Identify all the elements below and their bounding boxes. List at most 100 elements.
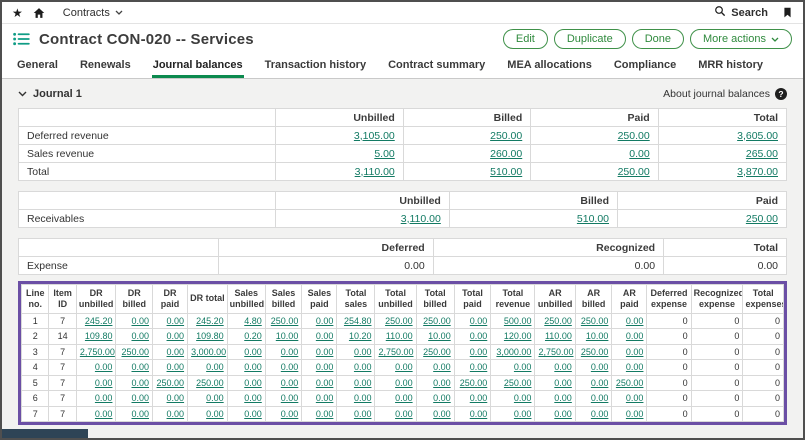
- amount-link[interactable]: 0.00: [514, 409, 532, 419]
- tab-mea-allocations[interactable]: MEA allocations: [506, 55, 593, 78]
- amount-link[interactable]: 120.00: [504, 331, 532, 341]
- amount-link[interactable]: 0.00: [131, 362, 149, 372]
- amount-link[interactable]: 3,000.00: [191, 347, 226, 357]
- amount-link[interactable]: 0.00: [316, 409, 334, 419]
- amount-link[interactable]: 109.80: [85, 331, 113, 341]
- bookmark-icon[interactable]: [782, 6, 793, 19]
- amount-link[interactable]: 3,110.00: [355, 166, 395, 178]
- tab-general[interactable]: General: [16, 55, 59, 78]
- amount-link[interactable]: 245.20: [196, 316, 224, 326]
- amount-link[interactable]: 0.00: [131, 393, 149, 403]
- amount-link[interactable]: 0.00: [470, 362, 488, 372]
- amount-link[interactable]: 0.00: [433, 393, 451, 403]
- amount-link[interactable]: 0.00: [244, 393, 262, 403]
- amount-link[interactable]: 0.00: [470, 347, 488, 357]
- amount-link[interactable]: 0.00: [626, 331, 644, 341]
- amount-link[interactable]: 0.00: [167, 409, 185, 419]
- record-list-icon[interactable]: [13, 32, 30, 46]
- amount-link[interactable]: 0.00: [316, 378, 334, 388]
- amount-link[interactable]: 0.00: [354, 347, 372, 357]
- tab-journal-balances[interactable]: Journal balances: [152, 55, 244, 78]
- amount-link[interactable]: 0.00: [395, 378, 413, 388]
- amount-link[interactable]: 0.00: [167, 316, 185, 326]
- amount-link[interactable]: 0.00: [591, 362, 609, 372]
- amount-link[interactable]: 0.00: [626, 316, 644, 326]
- amount-link[interactable]: 0.00: [167, 393, 185, 403]
- amount-link[interactable]: 0.00: [244, 409, 262, 419]
- amount-link[interactable]: 0.00: [626, 409, 644, 419]
- amount-link[interactable]: 250.00: [544, 316, 572, 326]
- amount-link[interactable]: 0.00: [281, 347, 299, 357]
- amount-link[interactable]: 250.00: [746, 213, 778, 225]
- amount-link[interactable]: 0.00: [316, 316, 334, 326]
- favorite-star-icon[interactable]: ★: [12, 7, 23, 19]
- amount-link[interactable]: 110.00: [545, 331, 572, 341]
- amount-link[interactable]: 0.00: [244, 378, 262, 388]
- amount-link[interactable]: 10.00: [586, 331, 609, 341]
- amount-link[interactable]: 3,605.00: [737, 130, 778, 142]
- amount-link[interactable]: 0.00: [244, 362, 262, 372]
- amount-link[interactable]: 0.00: [167, 331, 185, 341]
- amount-link[interactable]: 0.20: [244, 331, 262, 341]
- amount-link[interactable]: 260.00: [490, 148, 522, 160]
- amount-link[interactable]: 0.00: [206, 393, 224, 403]
- amount-link[interactable]: 250.00: [581, 347, 609, 357]
- amount-link[interactable]: 0.00: [354, 362, 372, 372]
- amount-link[interactable]: 250.00: [121, 347, 149, 357]
- tab-compliance[interactable]: Compliance: [613, 55, 677, 78]
- amount-link[interactable]: 0.00: [514, 362, 532, 372]
- amount-link[interactable]: 10.00: [276, 331, 299, 341]
- amount-link[interactable]: 0.00: [95, 409, 113, 419]
- amount-link[interactable]: 0.00: [395, 362, 413, 372]
- amount-link[interactable]: 0.00: [167, 347, 185, 357]
- amount-link[interactable]: 0.00: [514, 393, 532, 403]
- amount-link[interactable]: 0.00: [281, 393, 299, 403]
- amount-link[interactable]: 0.00: [167, 362, 185, 372]
- amount-link[interactable]: 0.00: [470, 393, 488, 403]
- amount-link[interactable]: 245.20: [85, 316, 113, 326]
- amount-link[interactable]: 0.00: [316, 331, 334, 341]
- amount-link[interactable]: 0.00: [316, 362, 334, 372]
- amount-link[interactable]: 250.00: [423, 347, 451, 357]
- amount-link[interactable]: 250.00: [490, 130, 522, 142]
- amount-link[interactable]: 250.00: [196, 378, 224, 388]
- amount-link[interactable]: 0.00: [591, 409, 609, 419]
- amount-link[interactable]: 250.00: [460, 378, 488, 388]
- home-icon[interactable]: [33, 7, 45, 19]
- amount-link[interactable]: 4.80: [244, 316, 262, 326]
- amount-link[interactable]: 3,000.00: [496, 347, 531, 357]
- amount-link[interactable]: 250.00: [618, 166, 650, 178]
- amount-link[interactable]: 10.00: [428, 331, 451, 341]
- amount-link[interactable]: 510.00: [490, 166, 522, 178]
- amount-link[interactable]: 0.00: [470, 316, 488, 326]
- amount-link[interactable]: 0.00: [554, 362, 572, 372]
- amount-link[interactable]: 0.00: [95, 378, 113, 388]
- amount-link[interactable]: 110.00: [386, 331, 413, 341]
- amount-link[interactable]: 0.00: [554, 393, 572, 403]
- amount-link[interactable]: 250.00: [271, 316, 299, 326]
- amount-link[interactable]: 250.00: [504, 378, 532, 388]
- help-icon[interactable]: ?: [775, 88, 787, 100]
- amount-link[interactable]: 0.00: [316, 393, 334, 403]
- tab-transaction-history[interactable]: Transaction history: [264, 55, 367, 78]
- amount-link[interactable]: 3,870.00: [737, 166, 778, 178]
- amount-link[interactable]: 250.00: [157, 378, 185, 388]
- amount-link[interactable]: 0.00: [395, 393, 413, 403]
- amount-link[interactable]: 0.00: [354, 393, 372, 403]
- more-actions-button[interactable]: More actions: [690, 29, 792, 49]
- amount-link[interactable]: 265.00: [746, 148, 778, 160]
- amount-link[interactable]: 2,750.00: [378, 347, 413, 357]
- amount-link[interactable]: 0.00: [629, 148, 649, 160]
- tab-contract-summary[interactable]: Contract summary: [387, 55, 486, 78]
- search-button[interactable]: Search: [714, 5, 768, 20]
- amount-link[interactable]: 254.80: [344, 316, 372, 326]
- amount-link[interactable]: 0.00: [95, 393, 113, 403]
- amount-link[interactable]: 0.00: [626, 362, 644, 372]
- amount-link[interactable]: 0.00: [470, 331, 488, 341]
- amount-link[interactable]: 0.00: [626, 347, 644, 357]
- amount-link[interactable]: 0.00: [354, 378, 372, 388]
- journal-section-toggle[interactable]: Journal 1: [18, 88, 82, 100]
- amount-link[interactable]: 5.00: [374, 148, 394, 160]
- amount-link[interactable]: 0.00: [206, 409, 224, 419]
- amount-link[interactable]: 0.00: [591, 378, 609, 388]
